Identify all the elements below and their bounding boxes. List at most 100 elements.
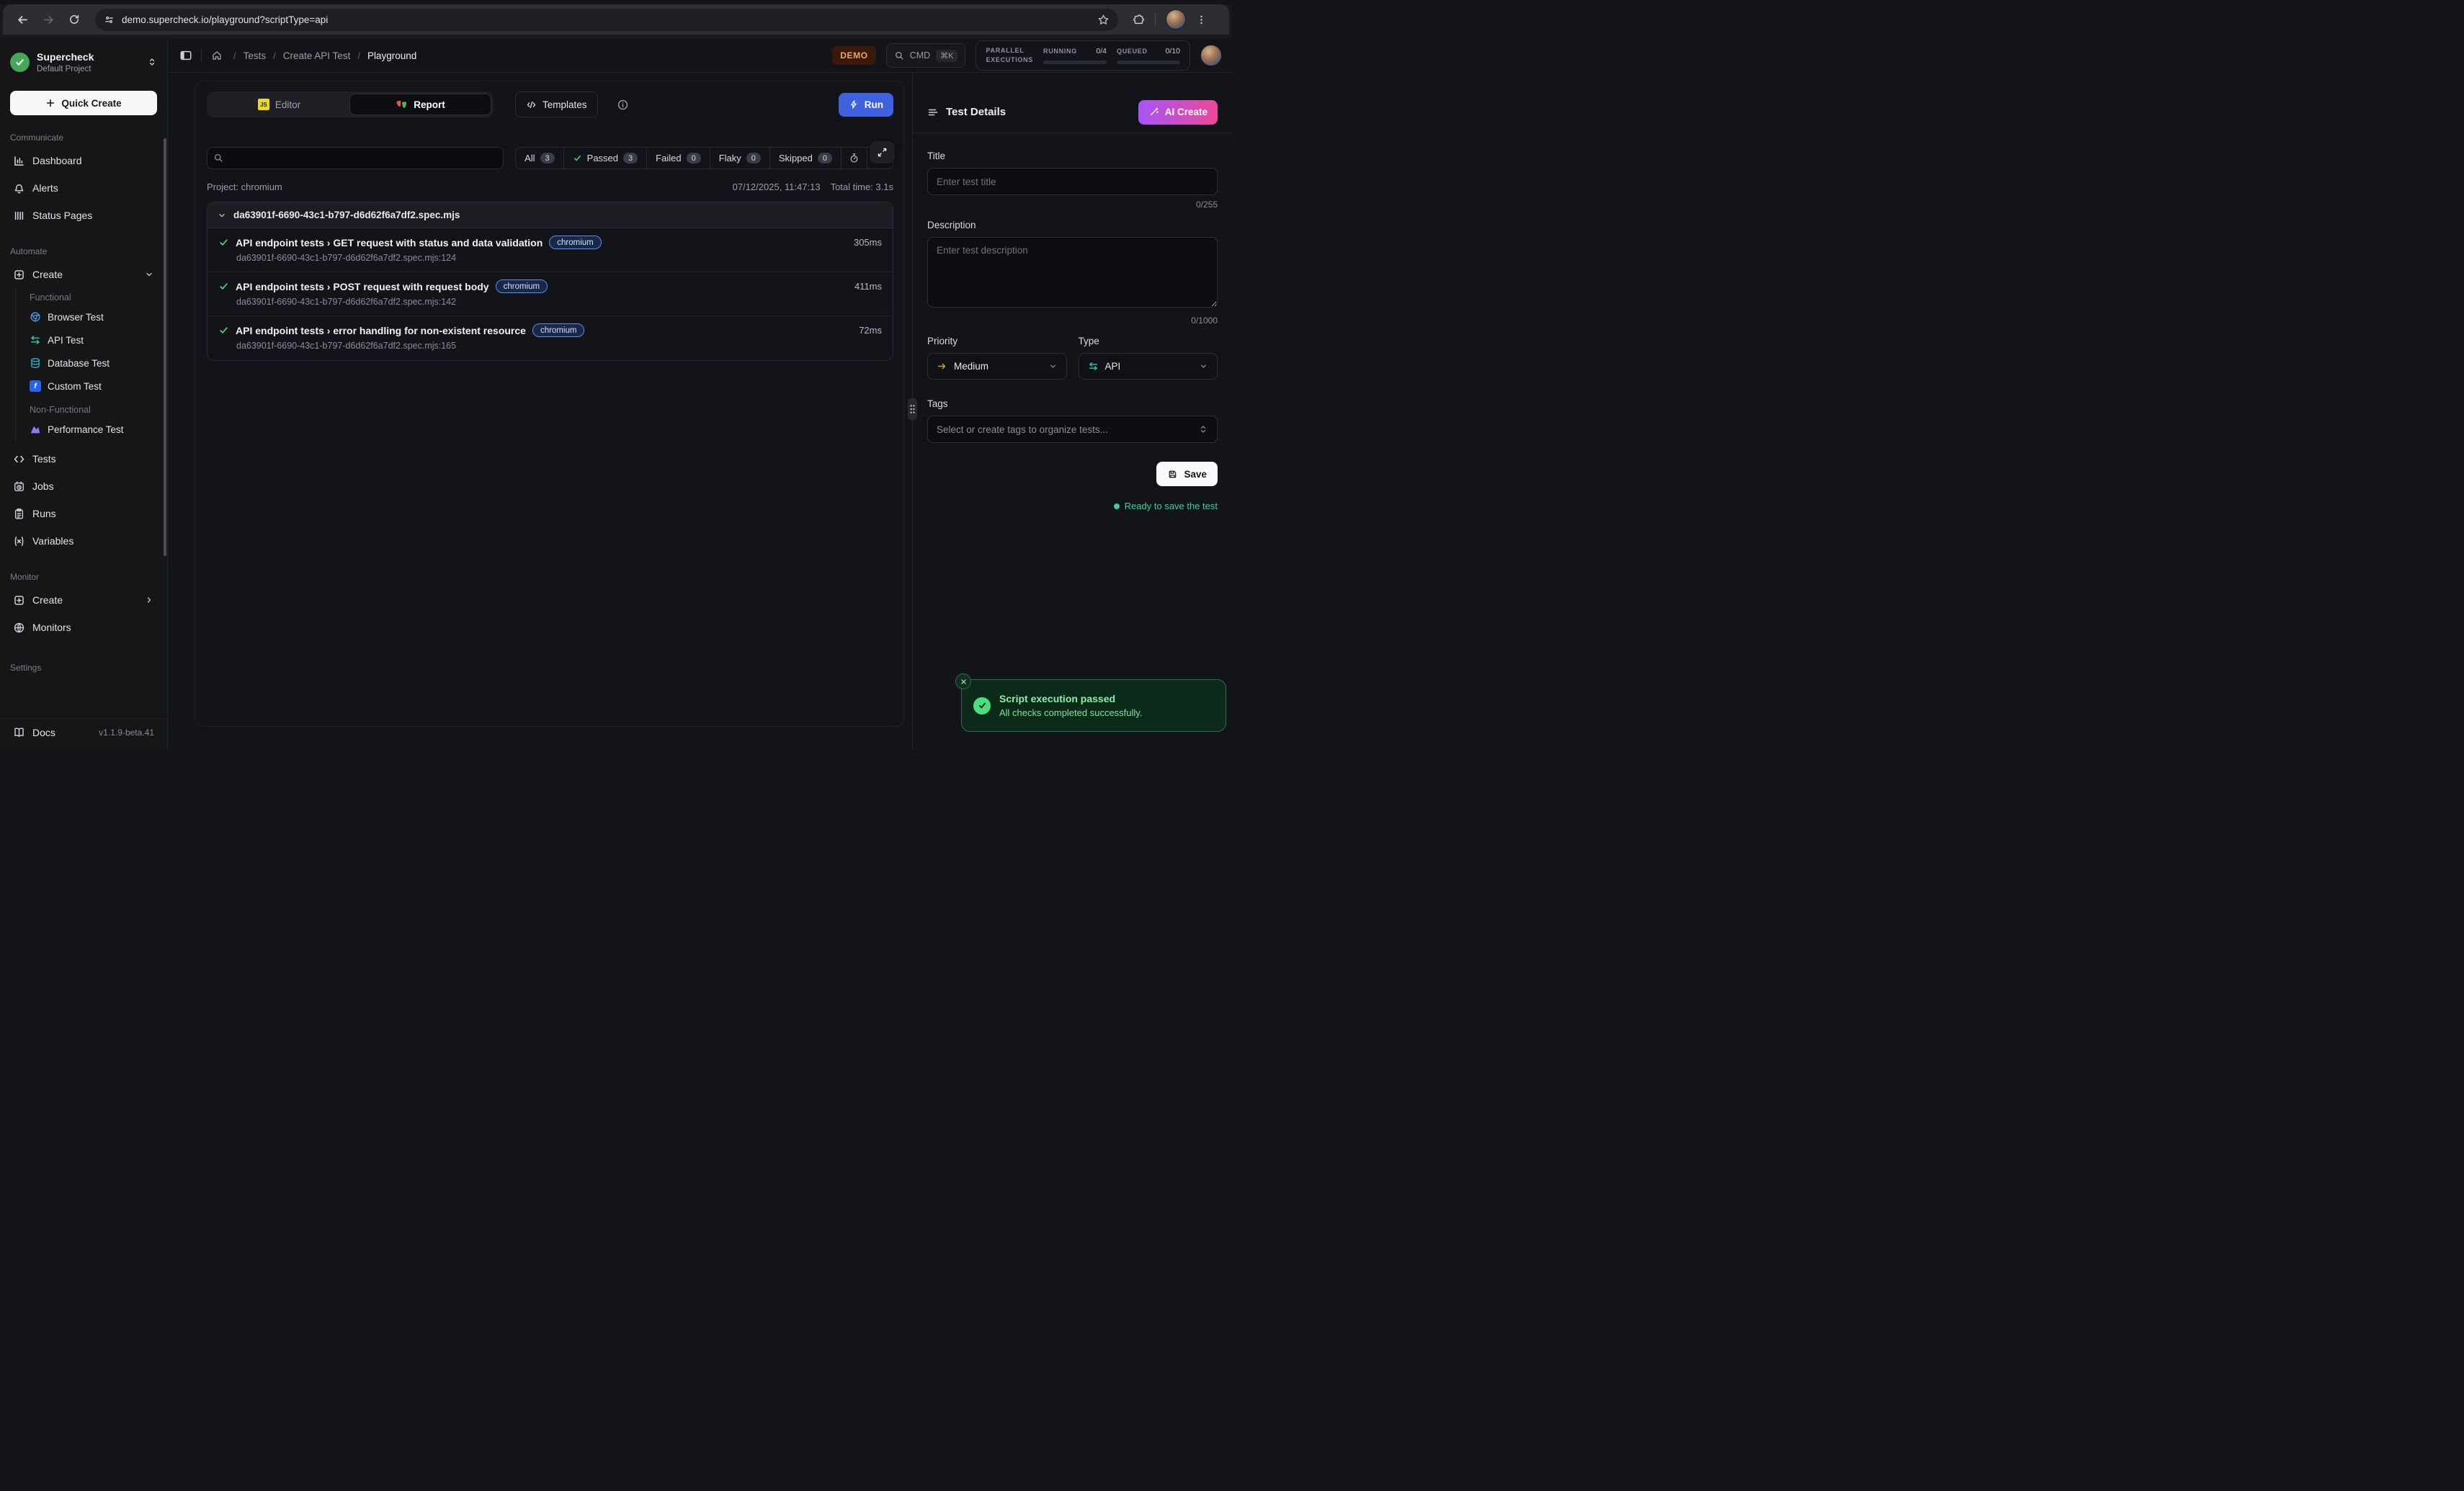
playground-main: JS Editor Report [168, 73, 912, 750]
test-result-row[interactable]: API endpoint tests › GET request with st… [207, 228, 893, 272]
bar-chart-icon [13, 155, 25, 167]
test-details-panel: Test Details AI Create Title 0/255 Descr… [912, 73, 1232, 750]
breadcrumb-playground: Playground [367, 50, 416, 61]
calendar-clock-icon [13, 480, 25, 493]
home-icon[interactable] [207, 46, 226, 65]
stopwatch-icon [849, 153, 860, 164]
all-count-badge: 3 [540, 153, 555, 164]
sidebar-item-tests[interactable]: Tests [10, 445, 157, 473]
sub-label-non-functional: Non-Functional [30, 405, 157, 415]
command-shortcut: ⌘K [936, 50, 958, 62]
sidebar-item-api-test[interactable]: API Test [30, 328, 157, 352]
save-button[interactable]: Save [1156, 462, 1218, 486]
toast-check-icon [973, 697, 991, 715]
playground-card: JS Editor Report [195, 81, 904, 727]
passed-check-icon [218, 237, 229, 248]
address-bar[interactable]: demo.supercheck.io/playground?scriptType… [95, 9, 1118, 31]
breadcrumb-create-api-test[interactable]: Create API Test [283, 50, 351, 61]
toast-title: Script execution passed [999, 693, 1142, 704]
breadcrumb-tests[interactable]: Tests [244, 50, 267, 61]
browser-reload-button[interactable] [63, 9, 85, 30]
filter-all[interactable]: All 3 [516, 148, 564, 169]
sidebar-item-browser-test[interactable]: Browser Test [30, 305, 157, 328]
total-time: Total time: 3.1s [831, 182, 893, 192]
test-description-textarea[interactable] [927, 237, 1218, 308]
command-palette-button[interactable]: CMD ⌘K [886, 43, 966, 68]
swap-arrows-icon [1088, 361, 1099, 372]
priority-select[interactable]: Medium [927, 353, 1067, 380]
sidebar-item-custom-test[interactable]: f Custom Test [30, 375, 157, 398]
docs-link[interactable]: Docs [32, 727, 55, 738]
test-duration: 305ms [854, 237, 882, 248]
sidebar-item-create-monitor[interactable]: Create [10, 586, 157, 614]
sub-label-functional: Functional [30, 292, 157, 303]
sidebar-item-database-test[interactable]: Database Test [30, 352, 157, 375]
browser-chrome: demo.supercheck.io/playground?scriptType… [0, 4, 1232, 39]
project-switcher[interactable]: Supercheck Default Project [10, 48, 157, 76]
toast-close-button[interactable] [955, 673, 971, 689]
check-icon [573, 153, 582, 163]
browser-menu-icon[interactable] [1196, 14, 1207, 25]
user-avatar[interactable] [1200, 45, 1222, 66]
sidebar-item-runs[interactable]: Runs [10, 500, 157, 527]
browser-back-button[interactable] [12, 9, 33, 30]
expand-report-button[interactable] [870, 141, 895, 164]
square-plus-icon [13, 269, 25, 281]
ai-create-button[interactable]: AI Create [1138, 100, 1218, 125]
sidebar-item-status-pages[interactable]: Status Pages [10, 202, 157, 229]
quick-create-button[interactable]: Quick Create [10, 91, 157, 115]
tags-label: Tags [927, 398, 1218, 409]
filter-skipped[interactable]: Skipped 0 [770, 148, 842, 169]
test-title-input[interactable] [927, 168, 1218, 195]
sidebar-toggle-icon[interactable] [177, 46, 195, 65]
parallel-executions-widget: PARALLEL EXECUTIONS RUNNING0/4 QUEUED0/1… [976, 40, 1190, 71]
sidebar-item-create-test[interactable]: Create [10, 261, 157, 288]
running-progress-bar [1043, 61, 1107, 64]
chevron-down-icon [217, 210, 227, 220]
tab-editor[interactable]: JS Editor [209, 94, 349, 115]
filter-flaky[interactable]: Flaky 0 [710, 148, 770, 169]
passed-count-badge: 3 [623, 153, 638, 164]
editor-report-tabs: JS Editor Report [207, 91, 494, 117]
duration-filter-button[interactable] [842, 148, 867, 169]
toolbar-divider [1155, 13, 1156, 26]
test-result-row[interactable]: API endpoint tests › POST request with r… [207, 272, 893, 316]
sidebar-item-monitors[interactable]: Monitors [10, 614, 157, 641]
sidebar-item-alerts[interactable]: Alerts [10, 174, 157, 202]
create-subtree: Functional Browser Test API Test Databas… [15, 288, 157, 441]
report-search-input[interactable] [207, 147, 504, 169]
floppy-disk-icon [1167, 469, 1178, 480]
bookmark-star-icon[interactable] [1097, 14, 1110, 26]
panel-resize-handle[interactable] [908, 398, 917, 420]
test-result-row[interactable]: API endpoint tests › error handling for … [207, 316, 893, 360]
project-label: Project: chromium [207, 182, 282, 192]
tab-report[interactable]: Report [349, 94, 491, 115]
templates-button[interactable]: Templates [515, 91, 598, 117]
variables-icon [13, 535, 25, 547]
tags-select[interactable]: Select or create tags to organize tests.… [927, 416, 1218, 443]
sidebar-item-variables[interactable]: Variables [10, 527, 157, 555]
sidebar-item-dashboard[interactable]: Dashboard [10, 147, 157, 174]
run-button[interactable]: Run [839, 93, 893, 117]
extensions-icon[interactable] [1133, 14, 1145, 26]
code-icon [13, 453, 25, 465]
browser-forward-button[interactable] [37, 9, 59, 30]
type-select[interactable]: API [1079, 353, 1218, 380]
search-icon [213, 153, 223, 163]
info-icon[interactable] [617, 99, 629, 111]
sidebar-scrollbar[interactable] [164, 138, 166, 556]
sidebar-item-performance-test[interactable]: Performance Test [30, 418, 157, 441]
browser-badge: chromium [549, 236, 601, 249]
running-meter: RUNNING0/4 [1043, 47, 1107, 64]
sidebar-footer: Docs v1.1.9-beta.41 [0, 718, 167, 750]
spec-file-group-header[interactable]: da63901f-6690-43c1-b797-d6d62f6a7df2.spe… [207, 202, 893, 228]
site-settings-icon[interactable] [104, 14, 115, 25]
title-label: Title [927, 151, 1218, 161]
browser-profile-avatar[interactable] [1166, 9, 1186, 30]
sidebar-item-jobs[interactable]: Jobs [10, 473, 157, 500]
filter-failed[interactable]: Failed 0 [647, 148, 710, 169]
org-logo-icon [10, 53, 30, 72]
title-counter: 0/255 [927, 200, 1218, 210]
status-dot [1114, 503, 1120, 509]
filter-passed[interactable]: Passed 3 [564, 148, 648, 169]
